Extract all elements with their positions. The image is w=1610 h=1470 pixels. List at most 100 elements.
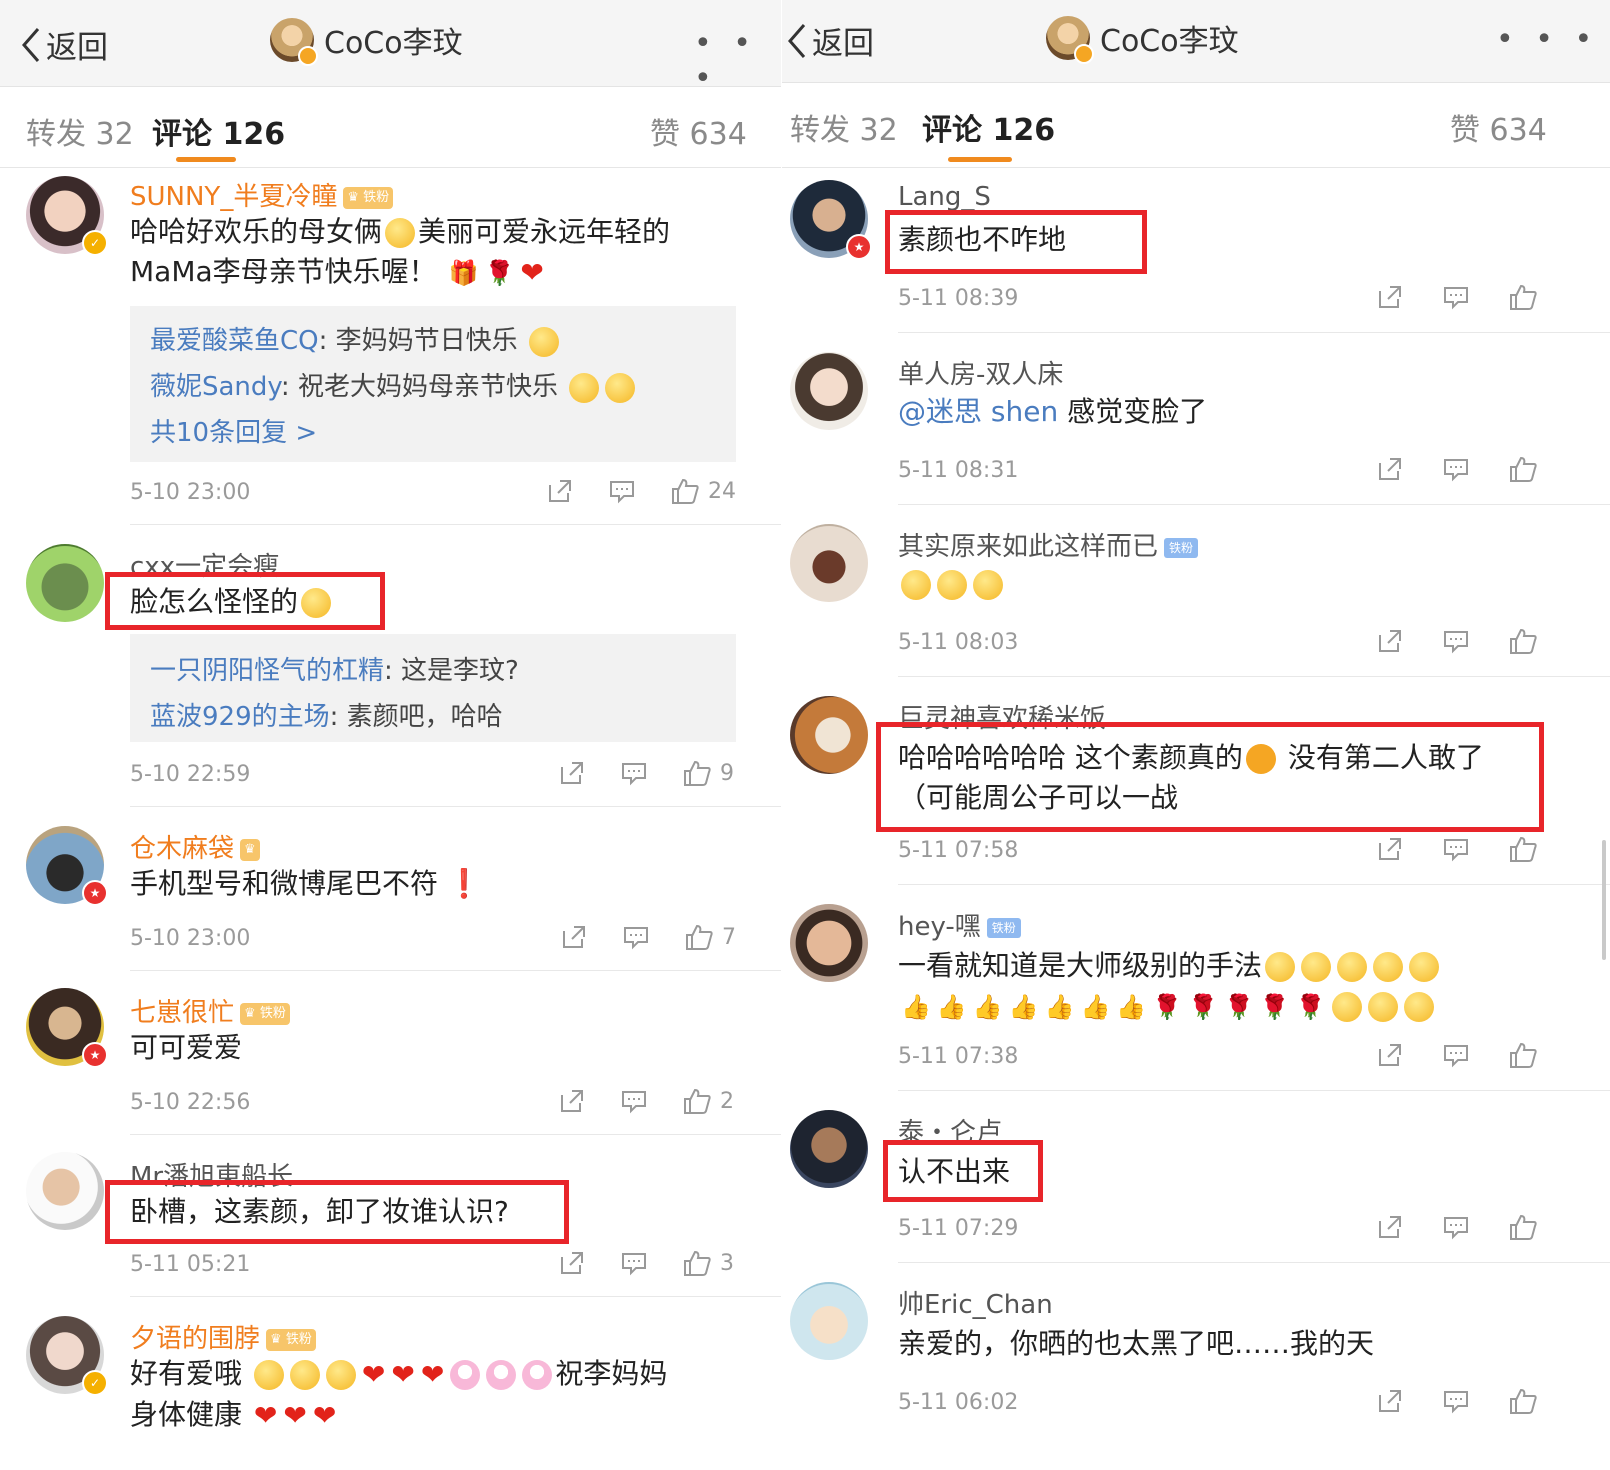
thumbs-up-icon[interactable] bbox=[1508, 834, 1538, 864]
thumbs-up-emoji-icon: 👍 bbox=[901, 993, 931, 1021]
comment-username[interactable]: 其实原来如此这样而已 铁粉 bbox=[898, 526, 1199, 563]
separator bbox=[130, 1296, 782, 1297]
back-button[interactable]: 返回 bbox=[786, 18, 874, 63]
scrollbar[interactable] bbox=[1602, 840, 1606, 960]
avatar[interactable] bbox=[790, 1282, 868, 1360]
comment-actions: 9 bbox=[558, 758, 734, 788]
share-icon[interactable] bbox=[558, 759, 586, 787]
tab-bar: 转发 32 评论 126 赞 634 bbox=[782, 83, 1610, 168]
rose-icon: 🌹 bbox=[1188, 993, 1219, 1021]
tab-comments[interactable]: 评论 126 bbox=[152, 109, 285, 153]
avatar[interactable] bbox=[790, 904, 868, 982]
tab-indicator bbox=[948, 157, 1012, 162]
thumbs-up-icon[interactable] bbox=[1508, 1212, 1538, 1242]
comment-icon[interactable] bbox=[620, 759, 648, 787]
share-icon[interactable] bbox=[1376, 1041, 1404, 1069]
comment-icon[interactable] bbox=[622, 923, 650, 951]
comment-icon[interactable] bbox=[1442, 455, 1470, 483]
comment-icon[interactable] bbox=[1442, 627, 1470, 655]
emoji-icon bbox=[1373, 952, 1404, 982]
verified-icon: ★ bbox=[846, 234, 872, 260]
comment-username[interactable]: 七崽很忙 ♛ 铁粉 bbox=[130, 992, 290, 1029]
more-icon[interactable]: • • • bbox=[1496, 22, 1598, 57]
nav-bar: 返回 CoCo李玟 • • • bbox=[782, 0, 1610, 83]
share-icon[interactable] bbox=[1376, 835, 1404, 863]
comment-icon[interactable] bbox=[620, 1087, 648, 1115]
comment-username[interactable]: hey-嘿 铁粉 bbox=[898, 906, 1021, 943]
share-icon[interactable] bbox=[1376, 1213, 1404, 1241]
avatar[interactable]: ★ bbox=[26, 988, 108, 1068]
avatar[interactable] bbox=[790, 524, 868, 602]
separator bbox=[898, 504, 1610, 505]
thumbs-up-icon bbox=[684, 760, 711, 786]
avatar[interactable]: ★ bbox=[26, 826, 108, 906]
share-icon[interactable] bbox=[558, 1087, 586, 1115]
thumbs-up-icon bbox=[686, 924, 713, 950]
like-button[interactable]: 24 bbox=[670, 476, 736, 506]
avatar[interactable]: ★ bbox=[790, 180, 872, 260]
share-icon[interactable] bbox=[558, 1249, 586, 1277]
avatar[interactable] bbox=[1046, 16, 1094, 64]
tab-likes[interactable]: 赞 634 bbox=[1450, 105, 1547, 149]
like-button[interactable]: 7 bbox=[684, 922, 736, 952]
tab-indicator bbox=[176, 157, 236, 162]
tab-comments[interactable]: 评论 126 bbox=[922, 105, 1055, 149]
comment-icon[interactable] bbox=[1442, 283, 1470, 311]
comment-icon[interactable] bbox=[1442, 835, 1470, 863]
comment-username[interactable]: 仓木麻袋 ♛ bbox=[130, 828, 260, 865]
avatar[interactable] bbox=[790, 696, 868, 774]
comment-icon[interactable] bbox=[1442, 1213, 1470, 1241]
thumbs-up-icon[interactable] bbox=[1508, 1040, 1538, 1070]
back-button[interactable]: 返回 bbox=[20, 22, 108, 67]
comment-actions bbox=[1376, 1212, 1538, 1242]
like-button[interactable]: 9 bbox=[682, 758, 734, 788]
more-icon[interactable]: • • • bbox=[694, 26, 782, 96]
comment-username[interactable]: 帅Eric_Chan bbox=[898, 1284, 1053, 1321]
avatar[interactable] bbox=[270, 18, 318, 66]
share-icon[interactable] bbox=[1376, 1387, 1404, 1415]
comment-username[interactable]: 单人房-双人床 bbox=[898, 354, 1063, 391]
reply-item[interactable]: 一只阴阳怪气的杠精: 这是李玟? bbox=[150, 650, 519, 687]
share-icon[interactable] bbox=[560, 923, 588, 951]
thumbs-up-icon[interactable] bbox=[1508, 282, 1538, 312]
like-button[interactable]: 3 bbox=[682, 1248, 734, 1278]
comment-username[interactable]: SUNNY_半夏冷瞳 ♛ 铁粉 bbox=[130, 176, 394, 213]
tab-repost[interactable]: 转发 32 bbox=[26, 109, 134, 153]
emoji-icon bbox=[569, 372, 600, 403]
emoji-icon bbox=[937, 570, 967, 600]
emoji-icon bbox=[1265, 952, 1296, 982]
tab-likes[interactable]: 赞 634 bbox=[650, 109, 747, 153]
share-icon[interactable] bbox=[546, 477, 574, 505]
chevron-left-icon bbox=[788, 23, 806, 58]
share-icon[interactable] bbox=[1376, 627, 1404, 655]
thumbs-up-icon[interactable] bbox=[1508, 1386, 1538, 1416]
reply-item[interactable]: 最爱酸菜鱼CQ: 李妈妈节日快乐 bbox=[150, 320, 562, 357]
like-button[interactable]: 2 bbox=[682, 1086, 734, 1116]
rose-icon: 🌹 bbox=[1152, 993, 1183, 1021]
reply-item[interactable]: 蓝波929的主场: 素颜吧，哈哈 bbox=[150, 696, 503, 733]
avatar[interactable] bbox=[790, 352, 868, 430]
comment-username[interactable]: Lang_S bbox=[898, 182, 991, 212]
avatar[interactable] bbox=[26, 544, 104, 622]
reply-item[interactable]: 薇妮Sandy: 祝老大妈妈母亲节快乐 bbox=[150, 366, 638, 403]
avatar[interactable]: ✓ bbox=[26, 176, 108, 256]
avatar[interactable]: ✓ bbox=[26, 1316, 108, 1396]
comment-icon[interactable] bbox=[608, 477, 636, 505]
comment-icon[interactable] bbox=[1442, 1387, 1470, 1415]
mention-link[interactable]: @迷思 shen bbox=[898, 395, 1058, 428]
thumbs-up-icon[interactable] bbox=[1508, 626, 1538, 656]
comment-icon[interactable] bbox=[1442, 1041, 1470, 1069]
share-icon[interactable] bbox=[1376, 283, 1404, 311]
tab-repost[interactable]: 转发 32 bbox=[790, 105, 898, 149]
share-icon[interactable] bbox=[1376, 455, 1404, 483]
more-replies-link[interactable]: 共10条回复 > bbox=[150, 412, 317, 449]
back-label: 返回 bbox=[812, 26, 874, 62]
thumbs-up-icon[interactable] bbox=[1508, 454, 1538, 484]
thumbs-up-emoji-icon: 👍 bbox=[1008, 993, 1039, 1021]
comment-username[interactable]: 夕语的围脖 ♛ 铁粉 bbox=[130, 1318, 316, 1355]
avatar[interactable] bbox=[26, 1152, 104, 1230]
avatar[interactable] bbox=[790, 1110, 868, 1188]
comment-time: 5-10 22:56 bbox=[130, 1090, 251, 1115]
back-label: 返回 bbox=[46, 30, 108, 66]
comment-icon[interactable] bbox=[620, 1249, 648, 1277]
